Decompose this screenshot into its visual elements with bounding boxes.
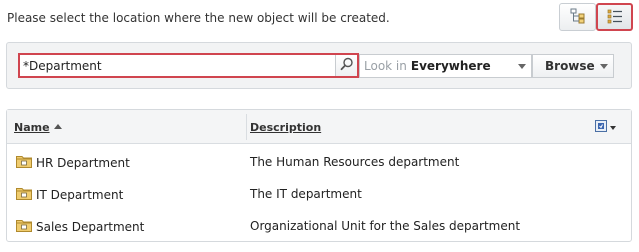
look-in-value: Everywhere xyxy=(410,59,491,73)
search-input[interactable] xyxy=(20,55,335,76)
chevron-down-icon xyxy=(518,64,526,69)
table-row[interactable]: IT Department The IT department xyxy=(7,177,631,209)
sort-ascending-icon xyxy=(53,124,62,129)
results-table: Name Description HR Department The Human… xyxy=(6,109,632,242)
look-in-label: Look in xyxy=(364,59,407,73)
row-description: The Human Resources department xyxy=(250,155,460,169)
list-view-button[interactable] xyxy=(596,3,633,31)
list-view-icon xyxy=(607,8,623,27)
hierarchy-tree-icon xyxy=(570,8,586,27)
search-icon xyxy=(340,57,354,74)
table-row[interactable]: Sales Department Organizational Unit for… xyxy=(7,209,631,241)
column-options-button[interactable] xyxy=(595,120,616,135)
search-field xyxy=(18,53,359,78)
instruction-text: Please select the location where the new… xyxy=(7,11,390,25)
look-in-dropdown[interactable]: Look in Everywhere xyxy=(359,54,532,78)
tree-view-button[interactable] xyxy=(559,3,596,31)
organizational-unit-folder-icon xyxy=(16,218,32,235)
organizational-unit-folder-icon xyxy=(16,186,32,203)
table-row[interactable]: HR Department The Human Resources depart… xyxy=(7,145,631,177)
row-name: Sales Department xyxy=(36,219,145,234)
browse-dropdown[interactable]: Browse xyxy=(532,54,614,78)
column-header-name[interactable]: Name xyxy=(14,121,62,134)
column-divider[interactable] xyxy=(246,114,247,140)
column-chooser-icon xyxy=(595,120,607,135)
search-panel: Look in Everywhere Browse xyxy=(6,42,632,89)
row-description: The IT department xyxy=(250,187,362,201)
chevron-down-icon xyxy=(600,64,608,69)
row-name: IT Department xyxy=(36,187,124,202)
organizational-unit-folder-icon xyxy=(16,154,32,171)
search-button[interactable] xyxy=(335,55,357,76)
chevron-down-icon xyxy=(610,125,616,130)
row-description: Organizational Unit for the Sales depart… xyxy=(250,219,521,233)
column-header-description[interactable]: Description xyxy=(250,121,321,134)
row-name: HR Department xyxy=(36,155,130,170)
browse-label: Browse xyxy=(545,59,595,73)
table-header: Name Description xyxy=(7,110,631,144)
